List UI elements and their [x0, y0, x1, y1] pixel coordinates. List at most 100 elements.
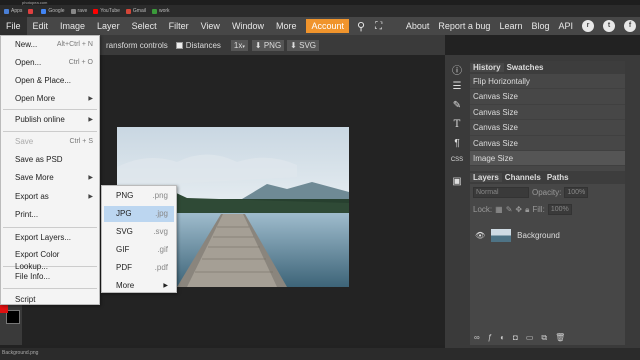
export-as-pdf[interactable]: PDF .pdf	[104, 260, 174, 276]
twitter-icon[interactable]: t	[603, 20, 615, 32]
file-menu-item-publish-online[interactable]: Publish online ▶	[15, 114, 93, 126]
lock-transparency-icon[interactable]: ▦	[495, 205, 503, 214]
opacity-label: Opacity:	[532, 188, 562, 197]
bookmark-favicon-icon	[125, 8, 131, 14]
file-menu-item-save[interactable]: Save Ctrl + S	[15, 136, 93, 148]
bookmark-label: Google	[48, 8, 65, 14]
css-icon[interactable]: CSS	[448, 157, 466, 173]
search-icon[interactable]: ⚲	[357, 20, 365, 33]
file-menu-item-save-as-psd[interactable]: Save as PSD	[15, 154, 93, 166]
quick-export-png-button[interactable]: ⬇ PNG	[251, 39, 285, 51]
fill-input[interactable]: 100%	[547, 204, 572, 215]
export-as-submenu: PNG .png JPG .jpg SVG .svg GIF .gif PDF .pdf More ▶	[101, 185, 177, 293]
file-menu-item-export-as[interactable]: Export as ▶	[15, 191, 93, 203]
export-as-png[interactable]: PNG .png	[104, 188, 174, 204]
bookmark-item[interactable]: Apps	[4, 8, 22, 14]
file-menu-item-export-color-lookup[interactable]: Export Color Lookup...	[15, 249, 93, 271]
menu-window[interactable]: Window	[226, 17, 270, 35]
file-menu-item-new[interactable]: New... Alt+Ctrl + N	[15, 39, 93, 51]
history-item[interactable]: Canvas Size	[470, 105, 625, 121]
tab-paths[interactable]: Paths	[544, 173, 572, 182]
download-icon: ⬇	[254, 40, 262, 50]
menu-file[interactable]: File	[0, 17, 27, 35]
image-icon[interactable]: ▣	[448, 176, 466, 192]
bookmark-favicon-icon	[41, 8, 47, 14]
export-as-more[interactable]: More ▶	[104, 278, 174, 294]
bookmark-item[interactable]: Gmail	[125, 8, 146, 14]
history-item[interactable]: Image Size	[470, 150, 625, 167]
export-as-svg[interactable]: SVG .svg	[104, 224, 174, 240]
bookmark-item[interactable]: work	[151, 8, 170, 14]
bookmark-item[interactable]	[28, 8, 35, 14]
quick-export-svg-button[interactable]: ⬇ SVG	[287, 39, 320, 51]
lock-move-icon[interactable]: ✥	[515, 205, 522, 214]
bookmark-item[interactable]: rave	[70, 8, 87, 14]
menu-view[interactable]: View	[195, 17, 226, 35]
info-icon[interactable]: ⓘ	[448, 62, 466, 78]
account-button[interactable]: Account	[306, 19, 349, 33]
brush-icon[interactable]: ✎	[448, 100, 466, 116]
link-about[interactable]: About	[406, 21, 430, 31]
history-item[interactable]: Canvas Size	[470, 89, 625, 105]
menu-edit[interactable]: Edit	[27, 17, 55, 35]
facebook-icon[interactable]: f	[624, 20, 636, 32]
bookmarks-bar: Apps Google rave YouTube Gmail work	[0, 5, 640, 17]
file-menu-item-export-layers[interactable]: Export Layers...	[15, 232, 93, 244]
opacity-input[interactable]: 100%	[564, 187, 589, 198]
tab-channels[interactable]: Channels	[502, 173, 544, 182]
file-menu-item-save-more[interactable]: Save More ▶	[15, 172, 93, 184]
file-menu-item-open-place[interactable]: Open & Place...	[15, 75, 93, 87]
export-as-gif[interactable]: GIF .gif	[104, 242, 174, 258]
history-item[interactable]: Canvas Size	[470, 136, 625, 151]
distances-checkbox[interactable]	[175, 41, 183, 49]
reddit-icon[interactable]: r	[582, 20, 594, 32]
link-learn[interactable]: Learn	[499, 21, 522, 31]
export-as-jpg[interactable]: JPG .jpg	[104, 206, 174, 222]
file-menu-item-print[interactable]: Print...	[15, 209, 93, 221]
downloaded-file-chip[interactable]: Background.png	[2, 350, 38, 356]
sliders-icon[interactable]: ☰	[448, 81, 466, 97]
group-folder-icon[interactable]: ▭	[526, 333, 534, 343]
tab-swatches[interactable]: Swatches	[504, 63, 547, 72]
menu-separator	[3, 131, 97, 132]
fullscreen-icon[interactable]: ⛶	[375, 21, 382, 32]
blend-mode-select[interactable]: Normal	[473, 187, 529, 198]
layer-row[interactable]: 👁︎ Background	[470, 224, 625, 246]
bookmark-item[interactable]: Google	[41, 8, 65, 14]
file-menu-item-open-more[interactable]: Open More ▶	[15, 93, 93, 105]
link-report-a-bug[interactable]: Report a bug	[438, 21, 490, 31]
paragraph-icon[interactable]: ¶	[448, 138, 466, 154]
link-api[interactable]: API	[558, 21, 573, 31]
menu-layer[interactable]: Layer	[91, 17, 126, 35]
visibility-eye-icon[interactable]: 👁︎	[475, 231, 485, 240]
link-blog[interactable]: Blog	[531, 21, 549, 31]
menu-filter[interactable]: Filter	[163, 17, 195, 35]
menu-select[interactable]: Select	[126, 17, 163, 35]
menu-more[interactable]: More	[270, 17, 303, 35]
lock-all-icon[interactable]: 🔒︎	[525, 205, 529, 215]
effects-icon[interactable]: ƒ	[488, 333, 492, 343]
lock-brush-icon[interactable]: ✎	[506, 205, 513, 214]
foreground-color-swatch[interactable]	[0, 304, 8, 313]
adjustment-icon[interactable]: ◐	[500, 333, 505, 343]
mask-icon[interactable]: ◘	[513, 333, 518, 343]
file-menu-item-script[interactable]: Script	[15, 294, 93, 306]
type-icon[interactable]: T	[448, 119, 466, 135]
menu-image[interactable]: Image	[54, 17, 91, 35]
tab-layers[interactable]: Layers	[470, 173, 502, 182]
background-color-swatch[interactable]	[6, 310, 20, 324]
status-bar	[0, 348, 640, 360]
link-icon[interactable]: ∞	[474, 333, 480, 343]
export-zoom-select[interactable]: 1x▾	[230, 39, 248, 51]
trash-icon[interactable]: 🗑︎	[555, 333, 565, 343]
tab-history[interactable]: History	[470, 63, 504, 72]
history-item[interactable]: Flip Horizontally	[470, 74, 625, 90]
menu-item-label: Open & Place...	[15, 76, 72, 85]
transform-controls-label[interactable]: ransform controls	[106, 41, 168, 50]
new-layer-icon[interactable]: ⧉	[541, 333, 547, 343]
bookmark-item[interactable]: YouTube	[93, 8, 120, 14]
submenu-arrow-icon: ▶	[88, 96, 93, 102]
file-menu-item-open[interactable]: Open... Ctrl + O	[15, 57, 93, 69]
history-item[interactable]: Canvas Size	[470, 120, 625, 136]
file-menu-item-file-info[interactable]: File Info...	[15, 271, 93, 283]
